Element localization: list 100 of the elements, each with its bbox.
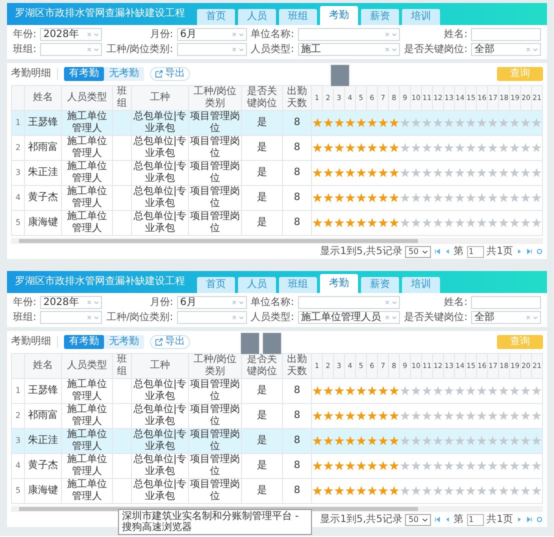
- table-cell: 施工单位管理人: [62, 160, 112, 186]
- table-cell: 总包单位|专业承包: [132, 186, 188, 210]
- column-header: 姓名: [24, 354, 62, 378]
- filter-label: 单位名称:: [250, 296, 294, 308]
- table-cell: 项目管理岗位: [188, 160, 242, 186]
- row-number: 5: [12, 478, 24, 504]
- filter-label: 单位名称:: [250, 28, 294, 40]
- table-cell: 施工单位管理人: [62, 378, 112, 404]
- table-cell: 施工单位管理人: [62, 428, 112, 454]
- table-cell: 8: [282, 186, 312, 210]
- table-cell: 祁雨富: [24, 136, 62, 160]
- row-number: 2: [12, 136, 24, 160]
- filter-label: 月份:: [148, 296, 174, 308]
- table-cell: 总包单位|专业承包: [132, 136, 188, 160]
- table-cell: 施工单位管理人: [62, 454, 112, 478]
- row-number: 1: [12, 110, 24, 136]
- row-number: 3: [12, 160, 24, 186]
- table-cell: 8: [282, 136, 312, 160]
- table-cell: 黄子杰: [24, 186, 62, 210]
- table-cell: 8: [282, 454, 312, 478]
- table-cell: 施工单位管理人: [62, 478, 112, 504]
- column-header: 人员类型: [62, 86, 112, 110]
- table-cell: 朱正洼: [24, 428, 62, 454]
- column-header: 姓名: [24, 86, 62, 110]
- table-cell: 是: [242, 136, 282, 160]
- filter-label: 年份:: [13, 28, 36, 40]
- filter-label: 人员类型:: [250, 44, 294, 56]
- table-cell: 是: [242, 454, 282, 478]
- table-cell: 项目管理岗位: [188, 478, 242, 504]
- table-cell: 项目管理岗位: [188, 210, 242, 236]
- column-header: 工种/岗位类别: [188, 354, 242, 378]
- filter-label: 人员类型:: [250, 312, 294, 324]
- table-cell: 是: [242, 478, 282, 504]
- page-total: 共1页: [486, 246, 513, 258]
- table-cell: 康海键: [24, 478, 62, 504]
- row-number: 3: [12, 428, 24, 454]
- project-title: 罗湖区市政排水管网查漏补缺建设工程: [14, 274, 186, 289]
- section-label: 考勤明细: [11, 68, 58, 80]
- row-number: 2: [12, 404, 24, 428]
- project-title: 罗湖区市政排水管网查漏补缺建设工程: [14, 6, 186, 21]
- table-cell: 8: [282, 428, 312, 454]
- record-summary: 显示1到5,共5记录: [320, 246, 402, 258]
- section-label: 考勤明细: [11, 336, 58, 348]
- filter-label: 年份:: [13, 296, 36, 308]
- table-cell: 是: [242, 160, 282, 186]
- column-header: 人员类型: [62, 354, 112, 378]
- table-cell: 8: [282, 378, 312, 404]
- table-cell: 施工单位管理人: [62, 210, 112, 236]
- table-cell: 总包单位|专业承包: [132, 110, 188, 136]
- table-cell: 是: [242, 110, 282, 136]
- row-number: 1: [12, 378, 24, 404]
- table-cell: 总包单位|专业承包: [132, 478, 188, 504]
- table-cell: 总包单位|专业承包: [132, 160, 188, 186]
- table-cell: 朱正洼: [24, 160, 62, 186]
- filter-label: 是否关键岗位:: [404, 312, 468, 324]
- row-number: 4: [12, 186, 24, 210]
- table-cell: 施工单位管理人: [62, 186, 112, 210]
- table-cell: 康海键: [24, 210, 62, 236]
- table-cell: 施工单位管理人: [62, 110, 112, 136]
- column-header: 是否关键岗位: [242, 86, 282, 110]
- row-number: 4: [12, 454, 24, 478]
- record-summary: 显示1到5,共5记录: [320, 514, 402, 526]
- column-header: 班组: [112, 354, 132, 378]
- table-cell: 项目管理岗位: [188, 428, 242, 454]
- table-cell: 是: [242, 428, 282, 454]
- column-header: 班组: [112, 86, 132, 110]
- table-cell: 项目管理岗位: [188, 454, 242, 478]
- table-cell: 是: [242, 378, 282, 404]
- table-cell: 项目管理岗位: [188, 110, 242, 136]
- page-total: 共1页: [486, 514, 513, 526]
- filter-label: 班组:: [13, 312, 36, 324]
- tooltip: 深圳市建筑业实名制和分账制管理平台 - 搜狗高速浏览器: [118, 509, 312, 535]
- table-cell: 项目管理岗位: [188, 378, 242, 404]
- table-cell: 总包单位|专业承包: [132, 428, 188, 454]
- table-cell: 项目管理岗位: [188, 186, 242, 210]
- table-cell: 项目管理岗位: [188, 136, 242, 160]
- filter-label: 班组:: [13, 44, 36, 56]
- table-cell: 8: [282, 478, 312, 504]
- column-header: 出勤天数: [282, 354, 312, 378]
- table-cell: 黄子杰: [24, 454, 62, 478]
- table-cell: 总包单位|专业承包: [132, 210, 188, 236]
- table-cell: 8: [282, 110, 312, 136]
- filter-label: 姓名:: [443, 28, 468, 40]
- page-label: 第: [454, 514, 464, 526]
- filter-label: 姓名:: [443, 296, 468, 308]
- table-cell: 是: [242, 186, 282, 210]
- filter-label: 月份:: [148, 28, 174, 40]
- column-header: 工种: [132, 354, 188, 378]
- filter-label: 工种/岗位类别:: [106, 312, 174, 324]
- column-header: 出勤天数: [282, 86, 312, 110]
- filter-label: 工种/岗位类别:: [106, 44, 174, 56]
- table-cell: 王瑟锋: [24, 378, 62, 404]
- table-cell: 施工单位管理人: [62, 136, 112, 160]
- table-cell: 总包单位|专业承包: [132, 378, 188, 404]
- table-cell: 8: [282, 210, 312, 236]
- filter-label: 是否关键岗位:: [404, 44, 468, 56]
- page-label: 第: [454, 246, 464, 258]
- table-cell: 王瑟锋: [24, 110, 62, 136]
- column-header: 工种: [132, 86, 188, 110]
- table-cell: 8: [282, 160, 312, 186]
